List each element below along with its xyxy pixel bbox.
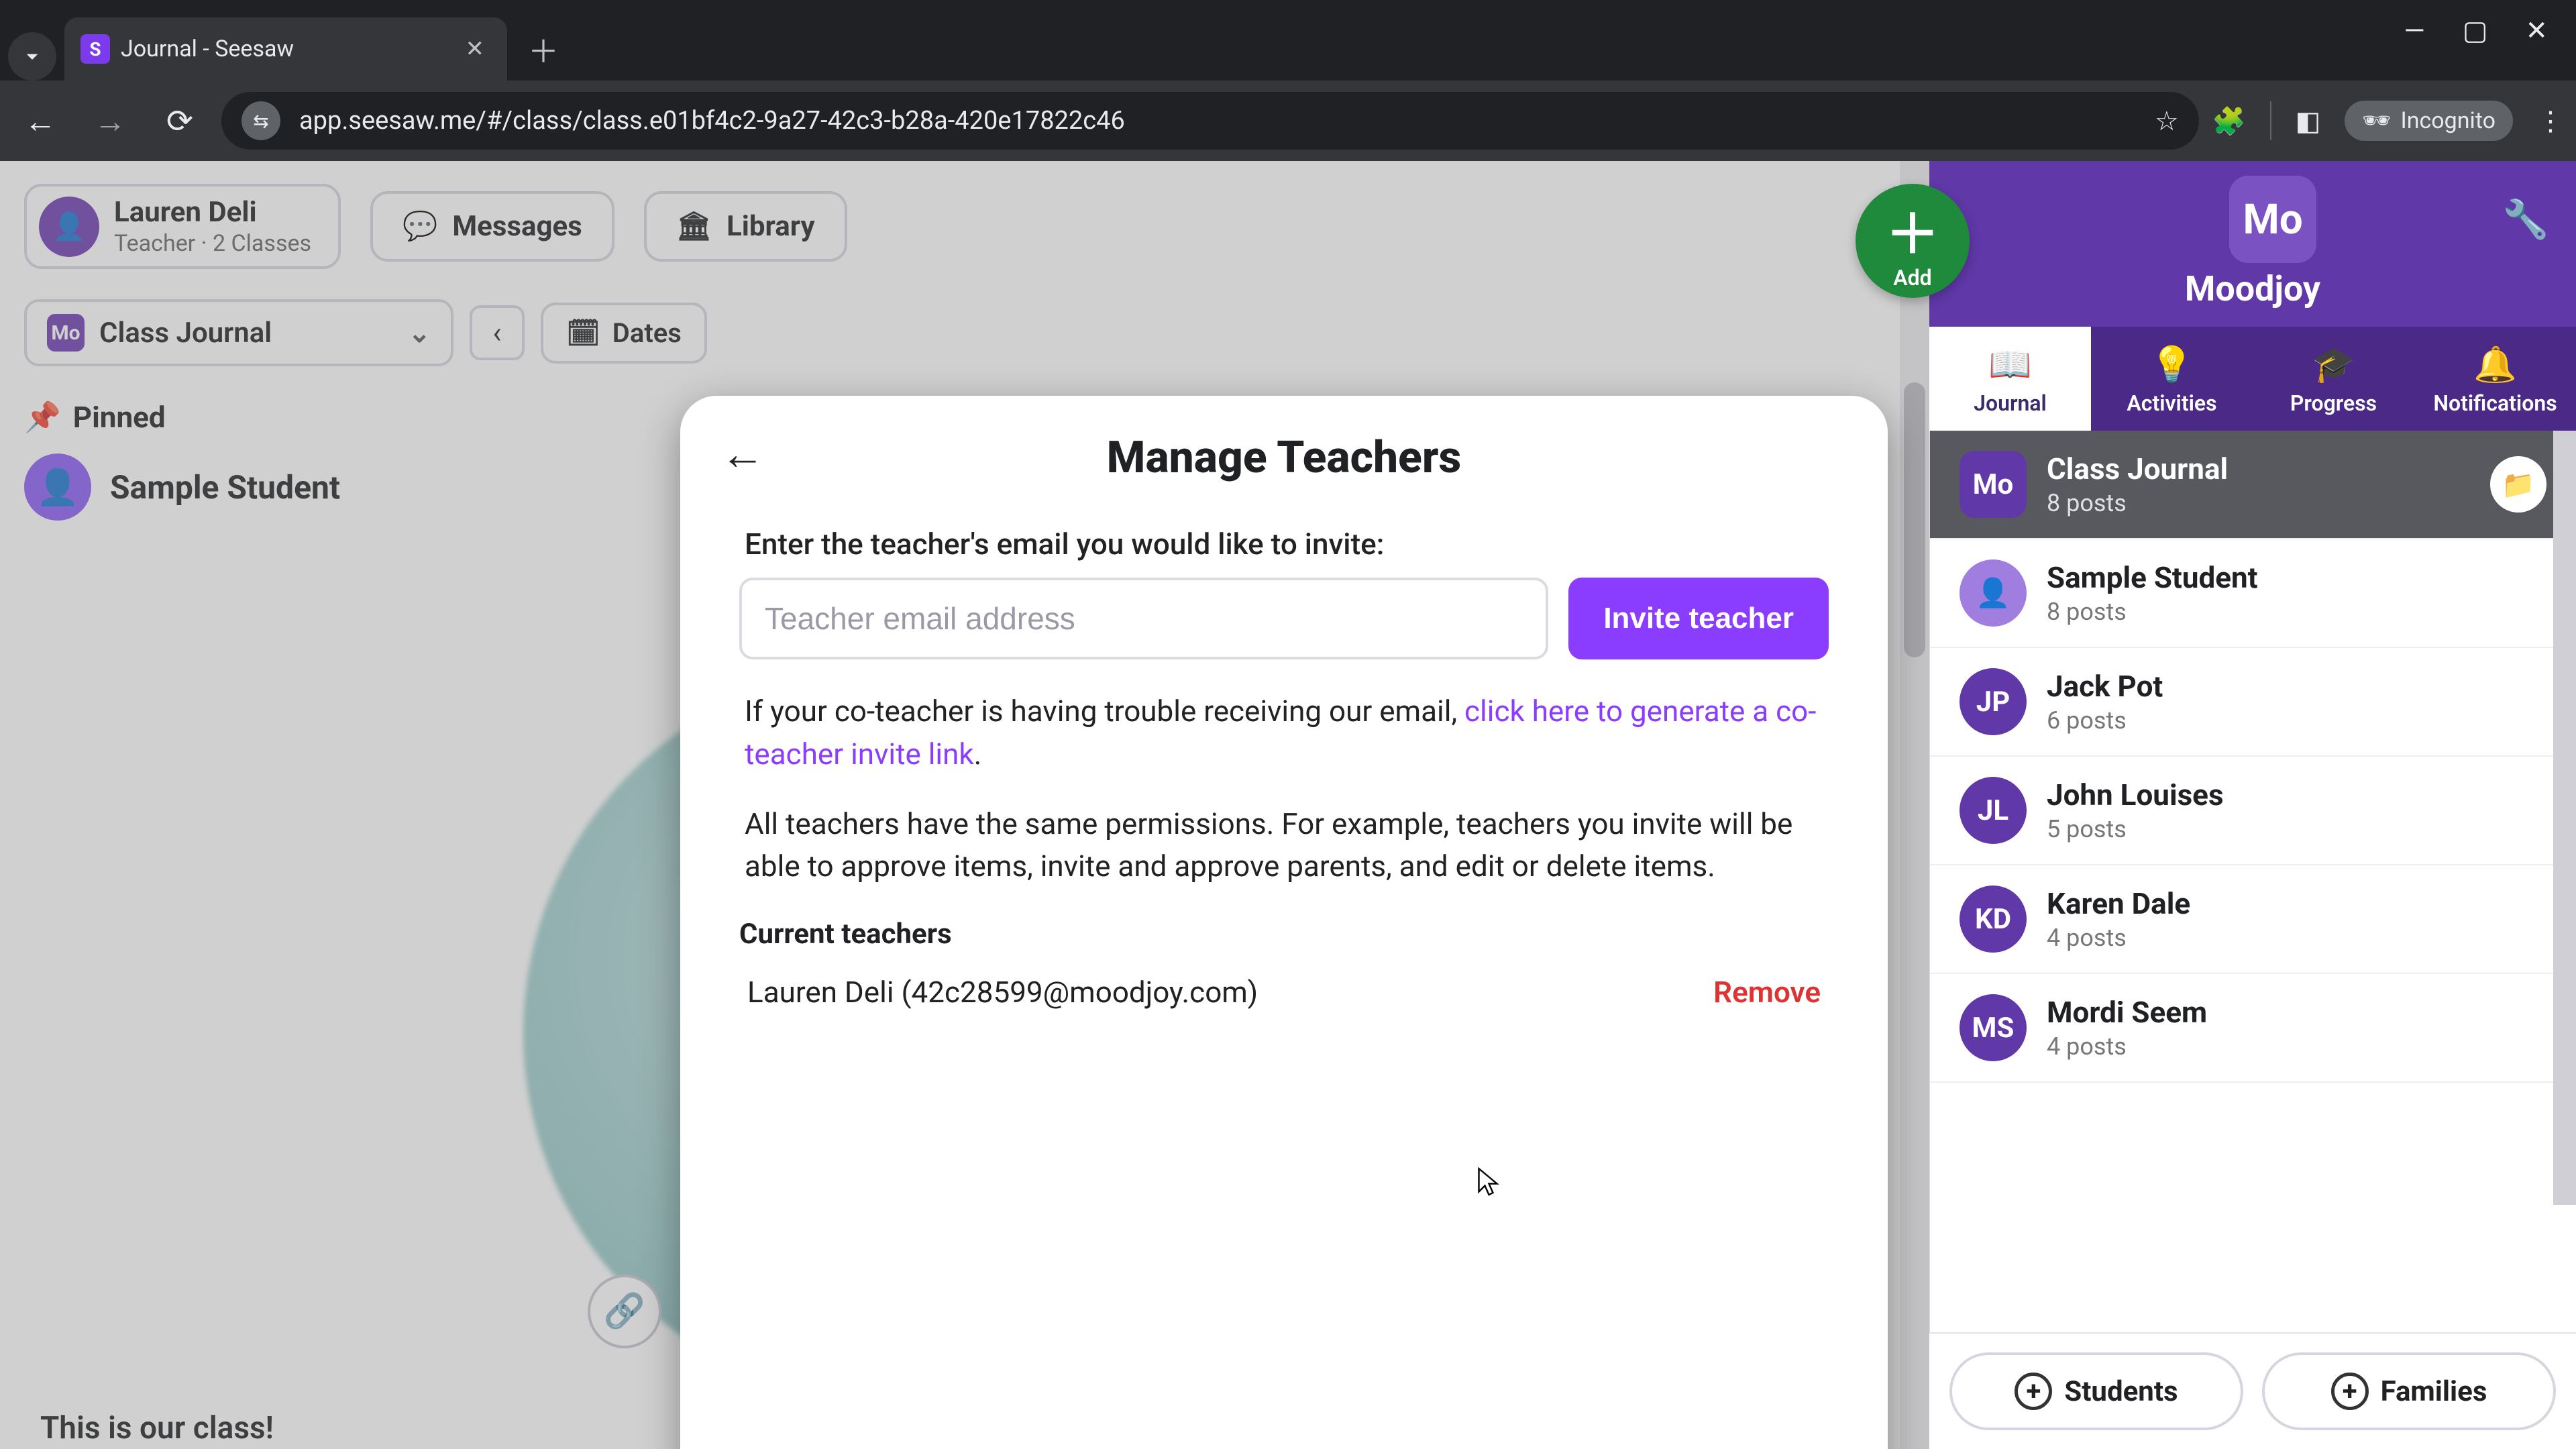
activities-icon: 💡 — [2150, 344, 2194, 385]
new-tab-button[interactable]: ＋ — [519, 25, 568, 74]
browser-tab[interactable]: S Journal - Seesaw ✕ — [64, 17, 507, 80]
journal-icon: 📖 — [1988, 344, 2032, 385]
list-item-avatar: JL — [1960, 777, 2027, 844]
list-item-subtitle: 8 posts — [2047, 489, 2228, 517]
invite-prompt: Enter the teacher's email you would like… — [745, 527, 1823, 561]
incognito-label: Incognito — [2400, 107, 2496, 134]
journal-list-item[interactable]: 👤 Sample Student 8 posts — [1930, 539, 2576, 648]
add-button-label: Add — [1893, 265, 1931, 290]
remove-teacher-button[interactable]: Remove — [1713, 975, 1821, 1010]
list-item-subtitle: 8 posts — [2047, 598, 2258, 626]
help-text-prefix: If your co-teacher is having trouble rec… — [745, 694, 1464, 729]
bell-icon: 🔔 — [2473, 344, 2517, 385]
co-teacher-help-text: If your co-teacher is having trouble rec… — [745, 690, 1823, 776]
right-rail: ＋ Add Mo 🔧 Moodjoy 📖 Journal 💡 Activitie… — [1929, 161, 2576, 1449]
current-teachers-label: Current teachers — [739, 918, 1829, 951]
teacher-row: Lauren Deli (42c28599@moodjoy.com) Remove — [733, 965, 1835, 1019]
list-item-subtitle: 4 posts — [2047, 1032, 2207, 1061]
add-button[interactable]: ＋ Add — [1856, 184, 1970, 298]
journal-list[interactable]: Mo Class Journal 8 posts 📁 👤 Sample Student 8 … — [1929, 431, 2576, 1332]
forward-button[interactable]: → — [82, 93, 138, 149]
reload-button[interactable]: ⟳ — [152, 93, 208, 149]
maximize-button[interactable]: ▢ — [2463, 15, 2488, 46]
tab-journal-label: Journal — [1974, 390, 2047, 416]
class-name: Moodjoy — [1956, 263, 2549, 327]
incognito-indicator[interactable]: 🕶 Incognito — [2345, 101, 2513, 141]
journal-list-item[interactable]: MS Mordi Seem4 posts — [1930, 974, 2576, 1083]
side-panel-icon[interactable]: ◧ — [2296, 105, 2321, 137]
list-item-avatar: JP — [1960, 668, 2027, 735]
tab-journal[interactable]: 📖 Journal — [1929, 327, 2091, 431]
extensions-icon[interactable]: 🧩 — [2212, 105, 2246, 137]
manage-teachers-modal: ← Manage Teachers Enter the teacher's em… — [680, 396, 1888, 1449]
plus-circle-icon: + — [2015, 1373, 2052, 1410]
list-item-subtitle: 5 posts — [2047, 815, 2224, 843]
kebab-menu-icon[interactable]: ⋮ — [2537, 105, 2564, 137]
list-item-title: Class Journal — [2047, 451, 2228, 486]
tab-title: Journal - Seesaw — [121, 36, 294, 62]
help-text-suffix: . — [974, 737, 982, 771]
tab-search-button[interactable] — [8, 32, 56, 80]
incognito-icon: 🕶 — [2362, 107, 2391, 134]
folder-icon[interactable]: 📁 — [2490, 456, 2546, 513]
list-item-avatar: KD — [1960, 885, 2027, 953]
list-item-avatar: MS — [1960, 994, 2027, 1061]
plus-icon: ＋ — [1886, 191, 1939, 269]
tab-notifications-label: Notifications — [2433, 390, 2557, 416]
minimize-button[interactable]: — — [2404, 15, 2424, 46]
journal-list-item[interactable]: KD Karen Dale 4 posts — [1930, 865, 2576, 974]
journal-list-item[interactable]: JL John Louises 5 posts — [1930, 757, 2576, 865]
families-button-label: Families — [2381, 1375, 2487, 1408]
students-button-label: Students — [2064, 1375, 2178, 1408]
tab-activities[interactable]: 💡 Activities — [2091, 327, 2253, 431]
modal-back-button[interactable]: ← — [720, 428, 765, 480]
close-window-button[interactable]: ✕ — [2525, 15, 2548, 46]
list-item-subtitle: 4 posts — [2047, 924, 2190, 952]
invite-teacher-button[interactable]: Invite teacher — [1568, 578, 1829, 659]
families-button[interactable]: + Families — [2262, 1352, 2556, 1430]
teacher-display: Lauren Deli (42c28599@moodjoy.com) — [747, 975, 1258, 1010]
toolbar-separator — [2270, 101, 2271, 140]
list-item-subtitle: 6 posts — [2047, 706, 2163, 735]
progress-icon: 🎓 — [2312, 344, 2355, 385]
tab-progress-label: Progress — [2290, 390, 2377, 416]
back-button[interactable]: ← — [12, 93, 68, 149]
journal-list-item[interactable]: JP Jack Pot6 posts — [1930, 648, 2576, 757]
modal-title: Manage Teachers — [733, 432, 1835, 484]
tab-progress[interactable]: 🎓 Progress — [2253, 327, 2414, 431]
tab-activities-label: Activities — [2127, 390, 2216, 416]
tab-notifications[interactable]: 🔔 Notifications — [2414, 327, 2576, 431]
bookmark-icon[interactable]: ☆ — [2155, 105, 2179, 137]
chevron-down-icon — [19, 43, 46, 70]
list-item-avatar: Mo — [1960, 451, 2027, 518]
url-text: app.seesaw.me/#/class/class.e01bf4c2-9a2… — [299, 106, 1125, 136]
seesaw-favicon: S — [80, 34, 110, 64]
class-emblem: Mo — [2229, 176, 2316, 263]
plus-circle-icon: + — [2331, 1373, 2369, 1410]
students-button[interactable]: + Students — [1949, 1352, 2243, 1430]
site-info-icon[interactable]: ⇆ — [241, 101, 280, 140]
list-item-title: Sample Student — [2047, 560, 2258, 595]
settings-icon[interactable]: 🔧 — [2502, 197, 2549, 241]
permissions-note: All teachers have the same permissions. … — [745, 803, 1823, 889]
teacher-email-input[interactable] — [739, 578, 1548, 659]
journal-list-item[interactable]: Mo Class Journal 8 posts 📁 — [1930, 431, 2576, 539]
list-item-title: Mordi Seem — [2047, 995, 2207, 1030]
list-item-title: John Louises — [2047, 777, 2224, 812]
address-bar[interactable]: ⇆ app.seesaw.me/#/class/class.e01bf4c2-9… — [221, 92, 2199, 150]
close-tab-button[interactable]: ✕ — [466, 36, 485, 62]
list-item-title: Jack Pot — [2047, 669, 2163, 704]
list-item-avatar: 👤 — [1960, 559, 2027, 627]
list-item-title: Karen Dale — [2047, 886, 2190, 921]
